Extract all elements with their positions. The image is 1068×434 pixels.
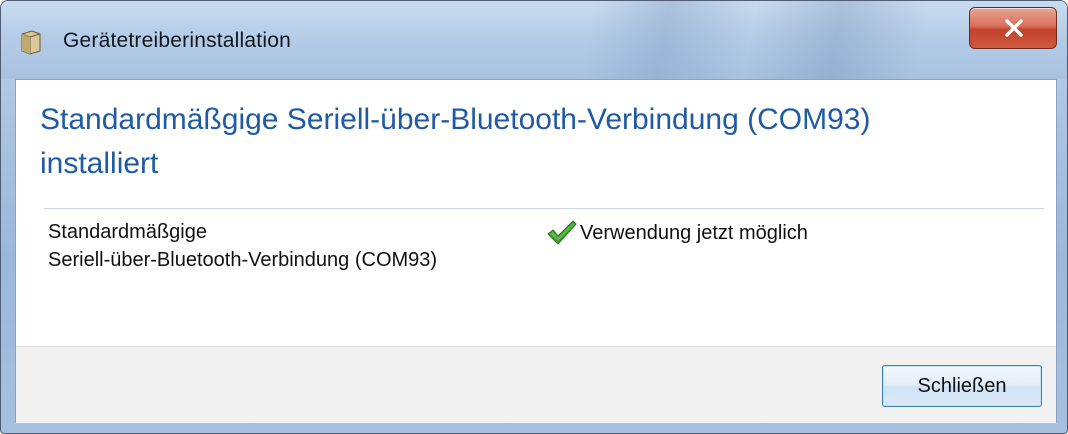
heading-line-2: installiert (40, 147, 159, 180)
window-title: Gerätetreiberinstallation (63, 29, 291, 52)
divider (44, 208, 1044, 209)
schliessen-button[interactable]: Schließen (882, 365, 1042, 407)
dialog-footer: Schließen (16, 346, 1056, 423)
driver-box-icon (19, 29, 43, 55)
green-checkmark-icon (546, 219, 578, 247)
dialog-window: Gerätetreiberinstallation Standardmäßgig… (0, 0, 1068, 434)
status-text: Verwendung jetzt möglich (580, 221, 808, 244)
close-x-icon (1005, 19, 1023, 37)
window-close-button[interactable] (969, 7, 1057, 49)
device-name-line-1: Standardmäßgige (48, 221, 207, 243)
device-name-line-2: Seriell-über-Bluetooth-Verbindung (COM93… (48, 249, 438, 271)
device-status: Verwendung jetzt möglich (546, 218, 808, 248)
device-name: Standardmäßgige Seriell-über-Bluetooth-V… (48, 218, 568, 274)
dialog-content: Standardmäßgige Seriell-über-Bluetooth-V… (15, 79, 1057, 423)
heading-line-1: Standardmäßgige Seriell-über-Bluetooth-V… (40, 103, 871, 136)
installation-heading: Standardmäßgige Seriell-über-Bluetooth-V… (40, 98, 1040, 186)
title-bar[interactable]: Gerätetreiberinstallation (1, 1, 1067, 79)
